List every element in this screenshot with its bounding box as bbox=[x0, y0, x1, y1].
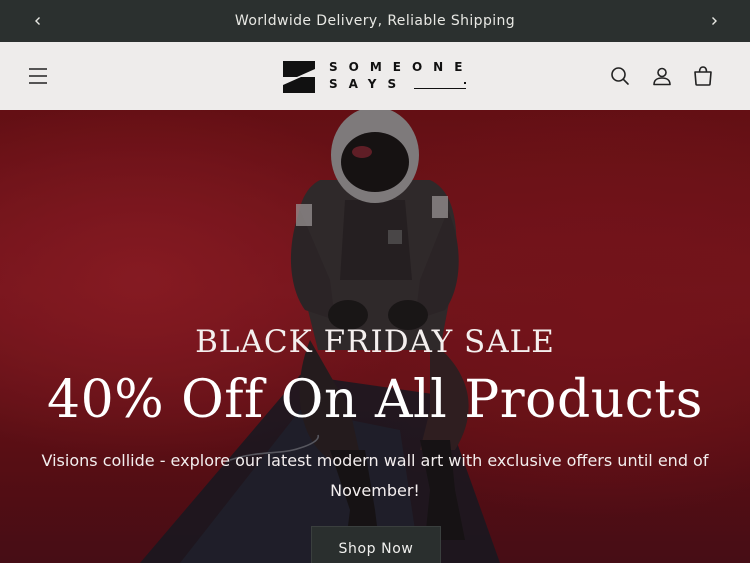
search-button[interactable] bbox=[608, 64, 632, 88]
shop-now-button[interactable]: Shop Now bbox=[311, 526, 441, 563]
hamburger-menu-icon bbox=[29, 68, 47, 84]
search-icon bbox=[611, 67, 629, 85]
announcement-next-button[interactable] bbox=[696, 0, 732, 42]
menu-button[interactable] bbox=[24, 64, 52, 88]
hero-subtext: Visions collide - explore our latest mod… bbox=[41, 451, 709, 500]
logo-mark-icon bbox=[283, 61, 315, 93]
cart-icon bbox=[694, 66, 712, 86]
chevron-right-icon bbox=[712, 17, 717, 25]
logo-text-line2: SAYS bbox=[329, 77, 408, 91]
hero-banner: BLACK FRIDAY SALE 40% Off On All Product… bbox=[0, 110, 750, 563]
chevron-left-icon bbox=[35, 17, 40, 25]
account-icon bbox=[653, 67, 671, 86]
logo-underline bbox=[414, 88, 466, 89]
hero-eyebrow: BLACK FRIDAY SALE bbox=[195, 324, 555, 360]
hero-headline: 40% Off On All Products bbox=[47, 370, 703, 430]
announcement-text: Worldwide Delivery, Reliable Shipping bbox=[234, 13, 516, 29]
site-logo[interactable]: SOMEONE SAYS bbox=[283, 60, 471, 94]
account-button[interactable] bbox=[650, 64, 674, 88]
announcement-prev-button[interactable] bbox=[20, 0, 56, 42]
site-header: SOMEONE SAYS bbox=[0, 42, 750, 110]
cart-button[interactable] bbox=[691, 64, 715, 88]
logo-text-line1: SOMEONE bbox=[329, 60, 474, 74]
logo-dot bbox=[464, 82, 466, 84]
announcement-bar: Worldwide Delivery, Reliable Shipping bbox=[0, 0, 750, 42]
